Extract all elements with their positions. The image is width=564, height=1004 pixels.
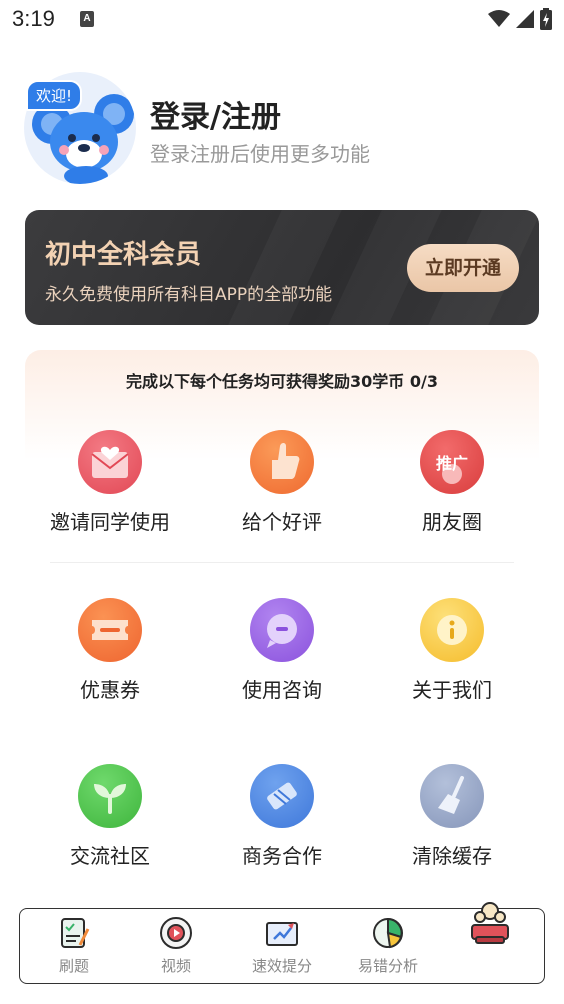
nav-item-error-analysis[interactable]: 易错分析 (338, 909, 438, 983)
video-disc-icon (160, 917, 192, 949)
chat-bubble-icon (250, 598, 314, 662)
business-coop-item[interactable]: 商务合作 (197, 764, 367, 884)
give-rating-item[interactable]: 给个好评 (197, 430, 367, 550)
nav-item-practice[interactable]: 刷题 (24, 909, 124, 983)
promo-badge-text: 推广 (435, 454, 468, 473)
membership-subtitle: 永久免费使用所有科目APP的全部功能 (45, 285, 333, 305)
clear-cache-label: 清除缓存 (412, 844, 492, 868)
section-divider (50, 562, 514, 563)
moments-label: 朋友圈 (422, 510, 482, 534)
nav-item-quick-boost[interactable]: 速效提分 (232, 909, 332, 983)
battery-icon (540, 8, 552, 30)
usage-consult-label: 使用咨询 (242, 678, 322, 702)
broom-icon (420, 764, 484, 828)
bottom-nav: 刷题 视频 速效提分 易错分析 (19, 902, 545, 984)
sprout-icon (78, 764, 142, 828)
business-coop-label: 商务合作 (242, 844, 322, 868)
tasks-reward-header: 完成以下每个任务均可获得奖励30学币 0/3 (126, 372, 438, 391)
invite-classmates-item[interactable]: 邀请同学使用 (25, 430, 195, 550)
info-icon (420, 598, 484, 662)
clear-cache-item[interactable]: 清除缓存 (367, 764, 537, 884)
envelope-heart-icon (78, 430, 142, 494)
activate-now-button[interactable]: 立即开通 (407, 244, 519, 292)
welcome-badge: 欢迎! (26, 80, 83, 111)
nav-label-error-analysis: 易错分析 (357, 957, 418, 975)
login-register-subtitle: 登录注册后使用更多功能 (150, 142, 370, 166)
nav-label-quick-boost: 速效提分 (251, 957, 312, 975)
card-stripe (228, 210, 342, 325)
nav-item-mine[interactable] (440, 895, 540, 969)
about-us-label: 关于我们 (412, 678, 492, 702)
status-time: 3:19 (12, 6, 55, 31)
moments-share-item[interactable]: 推广 朋友圈 (367, 430, 537, 550)
quiz-sheet-icon (61, 918, 90, 948)
login-register-title[interactable]: 登录/注册 (150, 92, 281, 136)
nav-label-video: 视频 (160, 957, 191, 975)
status-bar: 3:19 A (0, 0, 564, 40)
status-icons (488, 8, 552, 30)
membership-title: 初中全科会员 (45, 240, 202, 270)
pie-analysis-icon (373, 917, 403, 949)
nav-item-video[interactable]: 视频 (126, 909, 226, 983)
notification-a-icon: A (80, 11, 94, 27)
community-label: 交流社区 (70, 844, 150, 868)
about-us-item[interactable]: 关于我们 (367, 598, 537, 718)
signal-icon (516, 10, 534, 28)
wifi-icon (488, 10, 510, 27)
coupon-label: 优惠券 (80, 678, 140, 702)
membership-card[interactable]: 初中全科会员 永久免费使用所有科目APP的全部功能 立即开通 (25, 210, 539, 325)
rocket-board-icon (266, 922, 298, 946)
coupon-item[interactable]: 优惠券 (25, 598, 195, 718)
usage-consult-item[interactable]: 使用咨询 (197, 598, 367, 718)
nav-label-practice: 刷题 (58, 957, 89, 975)
community-item[interactable]: 交流社区 (25, 764, 195, 884)
handshake-icon (250, 764, 314, 828)
tasks-card: 完成以下每个任务均可获得奖励30学币 0/3 邀请同学使用 给个好评 推广 朋友… (25, 350, 539, 890)
invite-classmates-label: 邀请同学使用 (50, 510, 170, 534)
coupon-icon (78, 598, 142, 662)
profile-section[interactable]: 欢迎! 登录/注册 登录注册后使用更多功能 (24, 72, 544, 187)
share-promo-icon: 推广 (420, 430, 484, 494)
thumbs-up-icon (250, 430, 314, 494)
mine-avatar-icon (471, 902, 509, 944)
give-rating-label: 给个好评 (242, 510, 322, 534)
